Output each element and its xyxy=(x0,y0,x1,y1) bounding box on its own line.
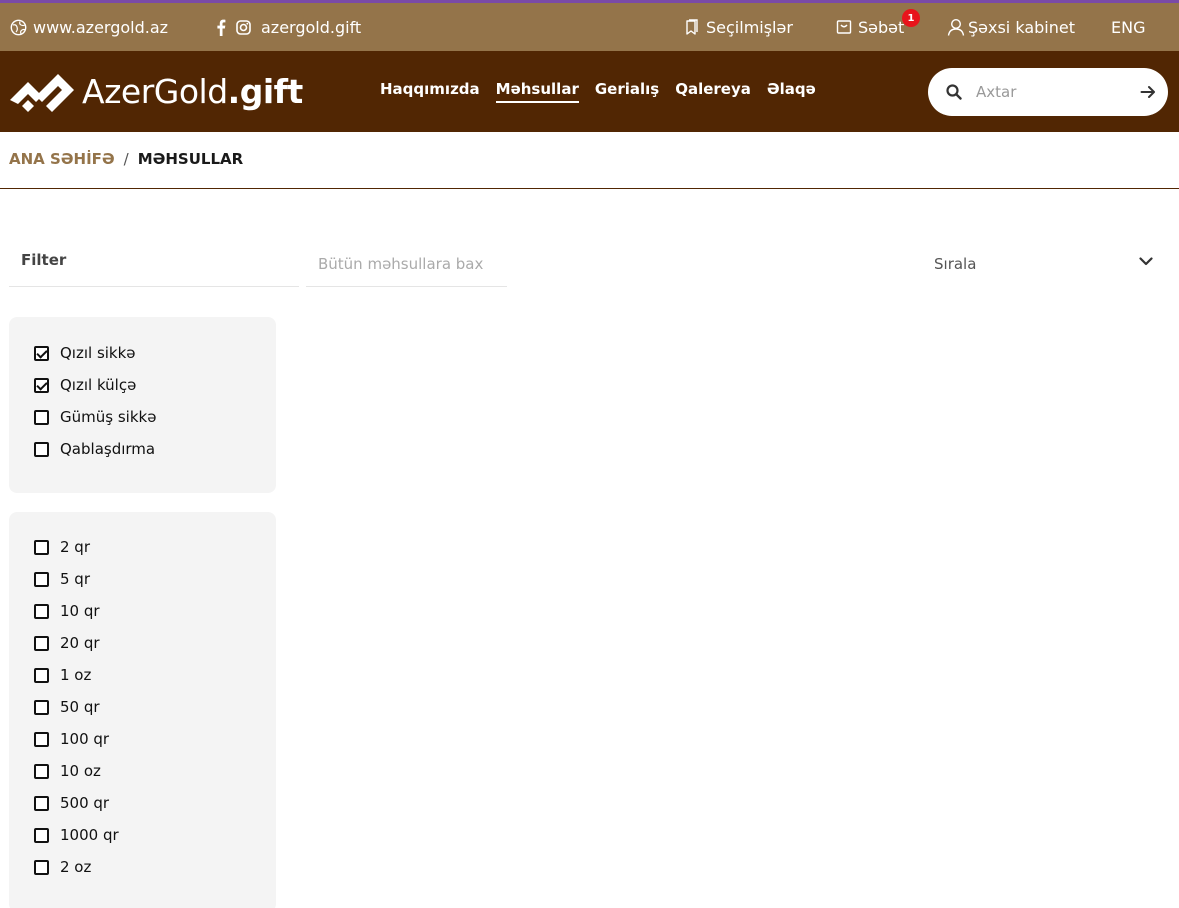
favorites-link[interactable]: Seçilmişlər xyxy=(684,3,793,51)
category-option[interactable]: Qızıl külçə xyxy=(34,369,276,401)
category-option[interactable]: Qızıl sikkə xyxy=(34,337,276,369)
favorites-label: Seçilmişlər xyxy=(706,17,793,37)
globe-icon xyxy=(10,19,27,35)
nav-item-about[interactable]: Haqqımızda xyxy=(380,80,480,103)
weight-option[interactable]: 2 oz xyxy=(34,851,276,883)
logo-name: AzerGold xyxy=(82,71,228,111)
bookmark-icon xyxy=(686,18,698,35)
weight-option[interactable]: 1000 qr xyxy=(34,819,276,851)
category-option[interactable]: Qablaşdırma xyxy=(34,433,276,465)
weight-checkbox[interactable] xyxy=(34,603,49,619)
category-option-label: Gümüş sikkə xyxy=(60,408,157,426)
category-option-label: Qızıl sikkə xyxy=(60,344,136,362)
nav-item-buyback[interactable]: Gerialış xyxy=(595,80,659,103)
instagram-icon[interactable] xyxy=(236,19,251,35)
cart-icon xyxy=(836,20,852,34)
weight-option-label: 10 qr xyxy=(60,602,100,620)
weight-option-label: 1 oz xyxy=(60,666,92,684)
weight-filter-panel: 2 qr 5 qr 10 qr 20 qr 1 oz 50 qr 100 qr 10 oz 50… xyxy=(9,512,276,908)
weight-option[interactable]: 1 oz xyxy=(34,659,276,691)
site-link-label: www.azergold.az xyxy=(33,17,169,37)
all-products-label: Bütün məhsullara bax xyxy=(318,255,484,273)
social-links: azergold.gift xyxy=(216,3,361,51)
weight-option-label: 100 qr xyxy=(60,730,110,748)
nav-item-contact[interactable]: Əlaqə xyxy=(767,80,816,103)
breadcrumb: ANA SƏHİFƏ / MƏHSULLAR xyxy=(9,150,243,168)
main-nav: Haqqımızda Məhsullar Gerialış Qalereya Ə… xyxy=(380,51,832,132)
logo-suffix: .gift xyxy=(227,71,304,111)
chevron-down-icon xyxy=(1139,257,1153,266)
weight-checkbox[interactable] xyxy=(34,859,49,875)
weight-checkbox[interactable] xyxy=(34,699,49,715)
breadcrumb-current: MƏHSULLAR xyxy=(137,150,244,168)
weight-option-label: 50 qr xyxy=(60,698,100,716)
breadcrumb-separator: / xyxy=(123,150,129,168)
weight-option-label: 2 qr xyxy=(60,538,90,556)
nav-item-gallery[interactable]: Qalereya xyxy=(675,80,751,103)
weight-checkbox[interactable] xyxy=(34,635,49,651)
weight-option-label: 10 oz xyxy=(60,762,101,780)
weight-checkbox[interactable] xyxy=(34,827,49,843)
weight-checkbox[interactable] xyxy=(34,731,49,747)
filter-toggle[interactable]: Filter xyxy=(9,240,299,287)
weight-checkbox[interactable] xyxy=(34,795,49,811)
weight-options: 2 qr 5 qr 10 qr 20 qr 1 oz 50 qr 100 qr 10 oz 50… xyxy=(9,512,276,883)
weight-option-label: 5 qr xyxy=(60,570,90,588)
top-bar: www.azergold.az azergold.gift Seçilmişlə… xyxy=(0,0,1179,51)
logo[interactable]: AzerGold.gift xyxy=(8,66,303,116)
weight-option-label: 20 qr xyxy=(60,634,100,652)
account-label: Şəxsi kabinet xyxy=(968,17,1075,37)
category-checkbox[interactable] xyxy=(34,345,49,361)
weight-option[interactable]: 10 qr xyxy=(34,595,276,627)
weight-checkbox[interactable] xyxy=(34,667,49,683)
weight-option-label: 1000 qr xyxy=(60,826,119,844)
breadcrumb-divider xyxy=(0,188,1179,189)
weight-checkbox[interactable] xyxy=(34,763,49,779)
search-box xyxy=(928,68,1168,116)
weight-checkbox[interactable] xyxy=(34,571,49,587)
user-icon xyxy=(947,18,965,36)
nav-item-products[interactable]: Məhsullar xyxy=(495,80,579,103)
category-filter-panel: Qızıl sikkə Qızıl külçə Gümüş sikkə Qablaşd… xyxy=(9,317,276,493)
sort-label: Sırala xyxy=(934,255,977,273)
weight-checkbox[interactable] xyxy=(34,539,49,555)
cart-label: Səbət xyxy=(858,17,905,37)
category-options: Qızıl sikkə Qızıl külçə Gümüş sikkə Qablaşd… xyxy=(9,317,276,465)
main-header: AzerGold.gift Haqqımızda Məhsullar Geria… xyxy=(0,51,1179,132)
social-handle[interactable]: azergold.gift xyxy=(261,18,361,37)
filter-label: Filter xyxy=(21,251,67,269)
category-checkbox[interactable] xyxy=(34,409,49,425)
category-checkbox[interactable] xyxy=(34,377,49,393)
category-option[interactable]: Gümüş sikkə xyxy=(34,401,276,433)
arrow-right-icon[interactable] xyxy=(1140,84,1156,100)
category-checkbox[interactable] xyxy=(34,441,49,457)
cart-count-badge: 1 xyxy=(902,9,920,27)
cart-link[interactable]: Səbət 1 xyxy=(836,3,920,51)
weight-option[interactable]: 10 oz xyxy=(34,755,276,787)
site-link[interactable]: www.azergold.az xyxy=(10,3,168,51)
breadcrumb-home[interactable]: ANA SƏHİFƏ xyxy=(9,150,115,168)
weight-option[interactable]: 20 qr xyxy=(34,627,276,659)
weight-option[interactable]: 100 qr xyxy=(34,723,276,755)
search-input[interactable] xyxy=(976,83,1126,101)
logo-mark-icon xyxy=(10,74,74,112)
weight-option-label: 2 oz xyxy=(60,858,92,876)
facebook-icon[interactable] xyxy=(216,19,226,36)
language-switch[interactable]: ENG xyxy=(1111,3,1145,51)
weight-option[interactable]: 50 qr xyxy=(34,691,276,723)
weight-option[interactable]: 5 qr xyxy=(34,563,276,595)
account-link[interactable]: Şəxsi kabinet xyxy=(947,3,1075,51)
language-label: ENG xyxy=(1111,17,1146,37)
weight-option-label: 500 qr xyxy=(60,794,110,812)
category-option-label: Qablaşdırma xyxy=(60,440,156,458)
search-icon[interactable] xyxy=(946,84,962,100)
all-products-link[interactable]: Bütün məhsullara bax xyxy=(306,243,507,287)
sort-dropdown[interactable]: Sırala xyxy=(934,244,1159,284)
logo-text: AzerGold.gift xyxy=(82,72,303,111)
weight-option[interactable]: 2 qr xyxy=(34,531,276,563)
weight-option[interactable]: 500 qr xyxy=(34,787,276,819)
category-option-label: Qızıl külçə xyxy=(60,376,137,394)
